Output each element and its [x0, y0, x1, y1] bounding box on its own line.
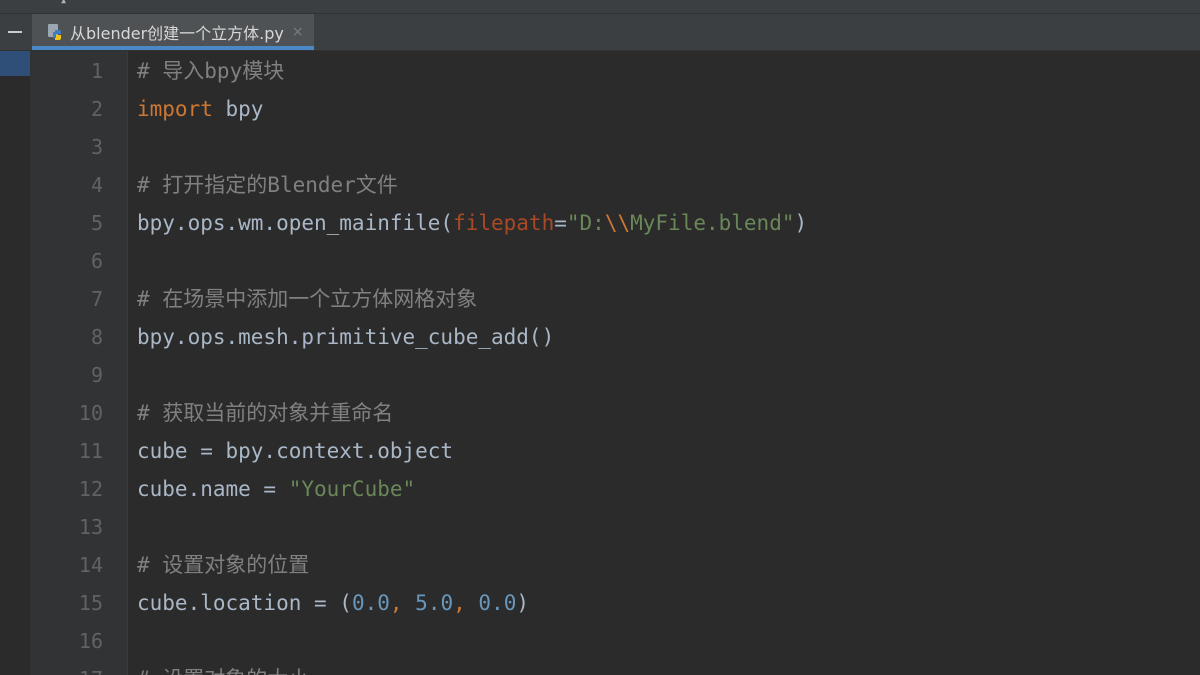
left-tool-strip: [0, 51, 31, 675]
line-number: 1: [90, 59, 103, 83]
collapse-button[interactable]: [0, 14, 30, 50]
code-line: cube = bpy.context.object: [137, 432, 453, 470]
code-token-keyword: ,: [453, 591, 479, 615]
code-line: # 打开指定的Blender文件: [137, 166, 398, 204]
editor-tab-active[interactable]: 从blender创建一个立方体.py ×: [32, 14, 314, 50]
line-number: 2: [90, 97, 103, 121]
code-token-plain: =: [554, 211, 567, 235]
code-line: # 导入bpy模块: [137, 52, 284, 90]
code-token-plain: bpy: [212, 97, 264, 121]
code-token-keyword: import: [137, 97, 213, 121]
line-number: 10: [78, 401, 103, 425]
tab-filename: 从blender创建一个立方体.py: [70, 24, 284, 43]
line-number: 4: [90, 173, 103, 197]
code-token-number: 0.0: [478, 591, 517, 615]
code-token-comment: # 设置对象的位置: [137, 553, 310, 577]
line-number-gutter: 1234567891011121314151617: [31, 51, 128, 675]
line-number: 16: [78, 629, 103, 653]
code-line: import bpy: [137, 90, 263, 128]
code-line: # 设置对象的位置: [137, 546, 309, 584]
code-token-comment: # 设置对象的大小: [137, 667, 309, 675]
toolbar-icon: ▴: [60, 0, 68, 7]
line-number: 15: [78, 591, 103, 615]
code-token-comment: # 在场景中添加一个立方体网格对象: [137, 287, 478, 311]
close-icon[interactable]: ×: [292, 24, 304, 40]
code-token-plain: ): [794, 211, 808, 235]
line-number: 5: [90, 211, 103, 235]
code-token-plain: cube.location = (: [137, 591, 352, 615]
line-number: 13: [78, 515, 103, 539]
line-number: 6: [90, 249, 103, 273]
line-number: 3: [90, 135, 103, 159]
code-token-number: 0.0: [351, 591, 390, 615]
code-token-keyword: ,: [389, 591, 416, 615]
top-toolbar-strip: ▴: [0, 0, 1200, 14]
current-line-marker: [0, 51, 30, 76]
code-line: cube.name = "YourCube": [137, 470, 415, 508]
active-tab-indicator: [32, 46, 314, 50]
line-number: 7: [90, 287, 103, 311]
code-token-number: 5.0: [415, 591, 454, 615]
code-token-escape: \\: [604, 211, 631, 235]
code-token-comment: # 打开指定的Blender文件: [137, 173, 398, 197]
code-token-plain: ): [516, 591, 529, 615]
code-token-plain: cube.name =: [137, 477, 289, 501]
line-number: 9: [90, 363, 103, 387]
line-number: 17: [31, 660, 103, 675]
code-editor[interactable]: # 导入bpy模块 import bpy # 打开指定的Blender文件 bpy.o…: [128, 51, 1200, 675]
code-token-comment: # 导入bpy模块: [137, 59, 285, 83]
python-file-icon: [48, 24, 61, 40]
code-line: # 在场景中添加一个立方体网格对象: [137, 280, 477, 318]
code-token-string: "YourCube": [288, 477, 416, 501]
line-number: 11: [78, 439, 103, 463]
code-token-param: filepath: [453, 211, 555, 235]
code-token-plain: cube = bpy.context.object: [137, 439, 454, 463]
code-line: cube.location = (0.0, 5.0, 0.0): [137, 584, 529, 622]
code-line: bpy.ops.mesh.primitive_cube_add(): [137, 318, 554, 356]
code-token-comment: # 获取当前的对象并重命名: [137, 401, 394, 425]
code-token-string: "D:: [566, 211, 605, 235]
line-number: 12: [78, 477, 103, 501]
line-number: 14: [78, 553, 103, 577]
code-line: # 设置对象的大小: [137, 660, 309, 675]
ide-window: ▴ 从blender创建一个立方体.py × 1 2 3 4 5 6 7 8 9 10 11 12 13…: [0, 0, 1200, 675]
code-line: bpy.ops.wm.open_mainfile(filepath="D:\\M…: [137, 204, 807, 242]
line-number: 8: [90, 325, 103, 349]
minus-icon: [8, 31, 22, 33]
code-line: # 获取当前的对象并重命名: [137, 394, 393, 432]
code-token-plain: bpy.ops.mesh.primitive_cube_add(): [137, 325, 555, 349]
code-token-string: MyFile.blend": [630, 211, 795, 235]
code-token-plain: bpy.ops.wm.open_mainfile(: [137, 211, 454, 235]
